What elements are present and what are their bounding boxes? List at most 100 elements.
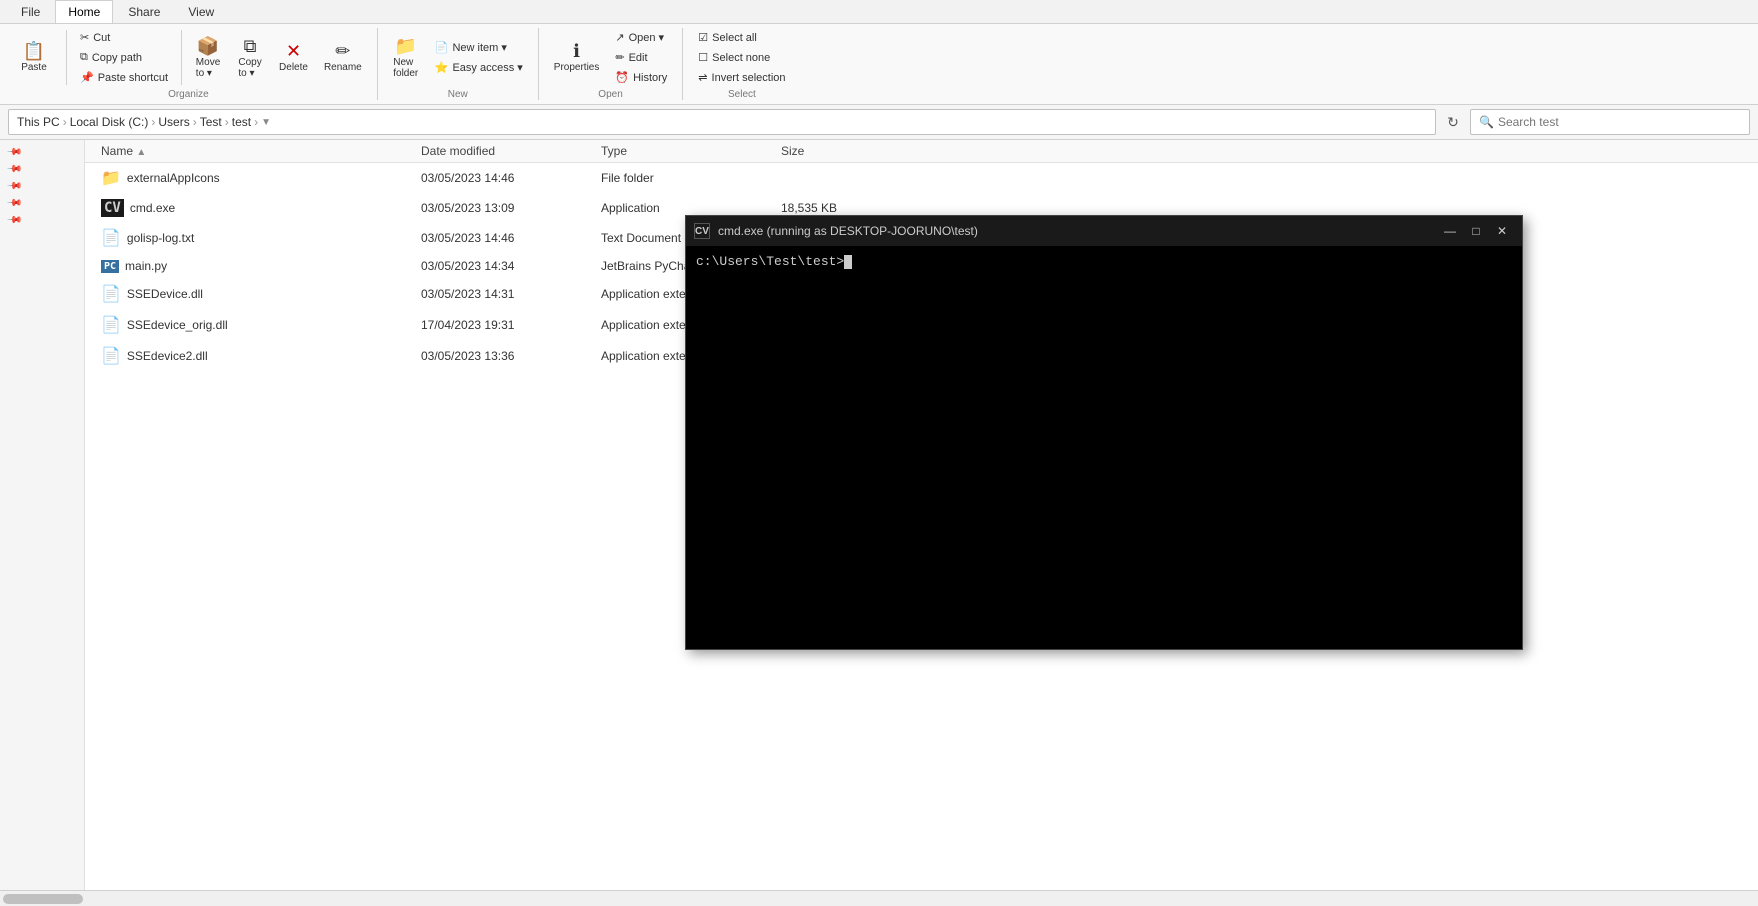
cmd-prompt: c:\Users\Test\test> (696, 254, 844, 269)
paste-button[interactable]: 📋 Paste (8, 37, 60, 78)
new-col: 📄 New item ▾ ⭐ Easy access ▾ (428, 38, 530, 77)
file-name-0: externalAppIcons (127, 171, 220, 185)
tab-file[interactable]: File (8, 0, 53, 23)
dll-icon-6: 📄 (101, 346, 121, 366)
properties-icon: ℹ (573, 42, 580, 60)
path-test-dir[interactable]: Test (200, 115, 222, 129)
col-header-type[interactable]: Type (593, 140, 773, 162)
cut-copy-col: ✂ Cut ⧉ Copy path 📌 Paste shortcut (73, 28, 175, 87)
col-header-date[interactable]: Date modified (413, 140, 593, 162)
cmd-content[interactable]: c:\Users\Test\test> (686, 246, 1522, 649)
path-sep-4: › (225, 115, 229, 129)
nav-item-3[interactable]: 📌 (0, 178, 84, 195)
ribbon-section-open: ℹ Properties ↗ Open ▾ ✏ Edit ⏰ History (539, 28, 684, 100)
ribbon-tabs: File Home Share View (0, 0, 1758, 24)
col-header-size[interactable]: Size (773, 140, 873, 162)
nav-item-2[interactable]: 📌 (0, 161, 84, 178)
organize-buttons: 📋 Paste ✂ Cut ⧉ Copy path 📌 Paste (8, 28, 369, 87)
new-folder-label: Newfolder (393, 57, 418, 79)
select-none-button[interactable]: ☐ Select none (691, 48, 792, 67)
search-icon: 🔍 (1479, 115, 1494, 129)
invert-selection-button[interactable]: ⇌ Invert selection (691, 68, 792, 87)
file-date-0: 03/05/2023 14:46 (413, 168, 593, 188)
cmd-titlebar: CV cmd.exe (running as DESKTOP-JOORUNO\t… (686, 216, 1522, 246)
search-input[interactable] (1498, 115, 1741, 129)
file-name-4: SSEDevice.dll (127, 287, 203, 301)
easy-access-button[interactable]: ⭐ Easy access ▾ (428, 58, 530, 77)
organize-label: Organize (168, 87, 209, 100)
address-path[interactable]: This PC › Local Disk (C:) › Users › Test… (8, 109, 1436, 135)
path-users[interactable]: Users (158, 115, 189, 129)
easy-access-icon: ⭐ (435, 61, 449, 74)
tab-view[interactable]: View (175, 0, 227, 23)
edit-label: Edit (629, 52, 648, 64)
paste-shortcut-button[interactable]: 📌 Paste shortcut (73, 68, 175, 87)
select-all-icon: ☑ (698, 31, 708, 44)
rename-label: Rename (324, 62, 362, 73)
edit-button[interactable]: ✏ Edit (608, 48, 674, 67)
paste-shortcut-label: Paste shortcut (98, 72, 168, 84)
file-list-header: Name ▲ Date modified Type Size (85, 140, 1758, 163)
paste-label: Paste (21, 62, 47, 73)
col-header-name[interactable]: Name ▲ (93, 140, 413, 162)
cut-label: Cut (93, 32, 110, 44)
paste-shortcut-icon: 📌 (80, 71, 94, 84)
properties-button[interactable]: ℹ Properties (547, 39, 607, 76)
file-type-0: File folder (593, 168, 773, 188)
cmd-icon-label: CV (695, 226, 709, 237)
tab-share[interactable]: Share (115, 0, 173, 23)
copy-path-button[interactable]: ⧉ Copy path (73, 48, 175, 67)
file-date-1: 03/05/2023 13:09 (413, 198, 593, 218)
explorer-window: File Home Share View 📋 Paste ✂ Cut (0, 0, 1758, 906)
new-folder-icon: 📁 (395, 37, 417, 55)
move-to-button[interactable]: 📦 Moveto ▾ (188, 34, 228, 82)
nav-item-5[interactable]: 📌 (0, 212, 84, 229)
select-all-label: Select all (712, 32, 757, 44)
history-icon: ⏰ (615, 71, 629, 84)
delete-label: Delete (279, 62, 308, 73)
pin-icon-5: 📌 (6, 212, 23, 229)
path-this-pc[interactable]: This PC (17, 115, 60, 129)
cmd-cursor (844, 255, 852, 269)
path-test[interactable]: test (232, 115, 251, 129)
hscroll-thumb[interactable] (3, 894, 83, 904)
ribbon-content: 📋 Paste ✂ Cut ⧉ Copy path 📌 Paste (0, 24, 1758, 105)
nav-item-1[interactable]: 📌 (0, 144, 84, 161)
folder-icon-0: 📁 (101, 168, 121, 188)
easy-access-label: Easy access ▾ (452, 61, 522, 74)
tab-home[interactable]: Home (55, 0, 113, 23)
search-box[interactable]: 🔍 (1470, 109, 1750, 135)
nav-item-4[interactable]: 📌 (0, 195, 84, 212)
rename-button[interactable]: ✏ Rename (317, 39, 369, 76)
cut-button[interactable]: ✂ Cut (73, 28, 175, 47)
new-folder-button[interactable]: 📁 Newfolder (386, 34, 426, 82)
new-buttons: 📁 Newfolder 📄 New item ▾ ⭐ Easy access ▾ (386, 28, 530, 87)
cmd-maximize-button[interactable]: □ (1464, 221, 1488, 241)
copy-to-button[interactable]: ⧉ Copyto ▾ (230, 34, 270, 82)
file-row-0[interactable]: 📁 externalAppIcons 03/05/2023 14:46 File… (85, 163, 1758, 194)
history-button[interactable]: ⏰ History (608, 68, 674, 87)
open-button[interactable]: ↗ Open ▾ (608, 28, 674, 47)
new-item-button[interactable]: 📄 New item ▾ (428, 38, 530, 57)
history-label: History (633, 72, 667, 84)
file-date-2: 03/05/2023 14:46 (413, 228, 593, 248)
cmd-minimize-button[interactable]: — (1438, 221, 1462, 241)
select-all-button[interactable]: ☑ Select all (691, 28, 792, 47)
dll-icon-5: 📄 (101, 315, 121, 335)
rename-icon: ✏ (335, 42, 350, 60)
pin-icon-1: 📌 (6, 144, 23, 161)
move-to-icon: 📦 (197, 37, 219, 55)
sep2 (181, 30, 182, 85)
new-item-label: New item ▾ (452, 41, 506, 54)
file-name-2: golisp-log.txt (127, 231, 194, 245)
cmd-title: cmd.exe (running as DESKTOP-JOORUNO\test… (718, 224, 1430, 238)
refresh-button[interactable]: ↻ (1440, 109, 1466, 135)
new-item-icon: 📄 (435, 41, 449, 54)
path-local-disk[interactable]: Local Disk (C:) (70, 115, 149, 129)
path-sep-5: › (254, 115, 258, 129)
nav-pane: 📌 📌 📌 📌 📌 (0, 140, 85, 890)
file-name-6: SSEdevice2.dll (127, 349, 208, 363)
horizontal-scrollbar[interactable] (0, 890, 1758, 906)
cmd-close-button[interactable]: ✕ (1490, 221, 1514, 241)
delete-button[interactable]: ✕ Delete (272, 39, 315, 76)
